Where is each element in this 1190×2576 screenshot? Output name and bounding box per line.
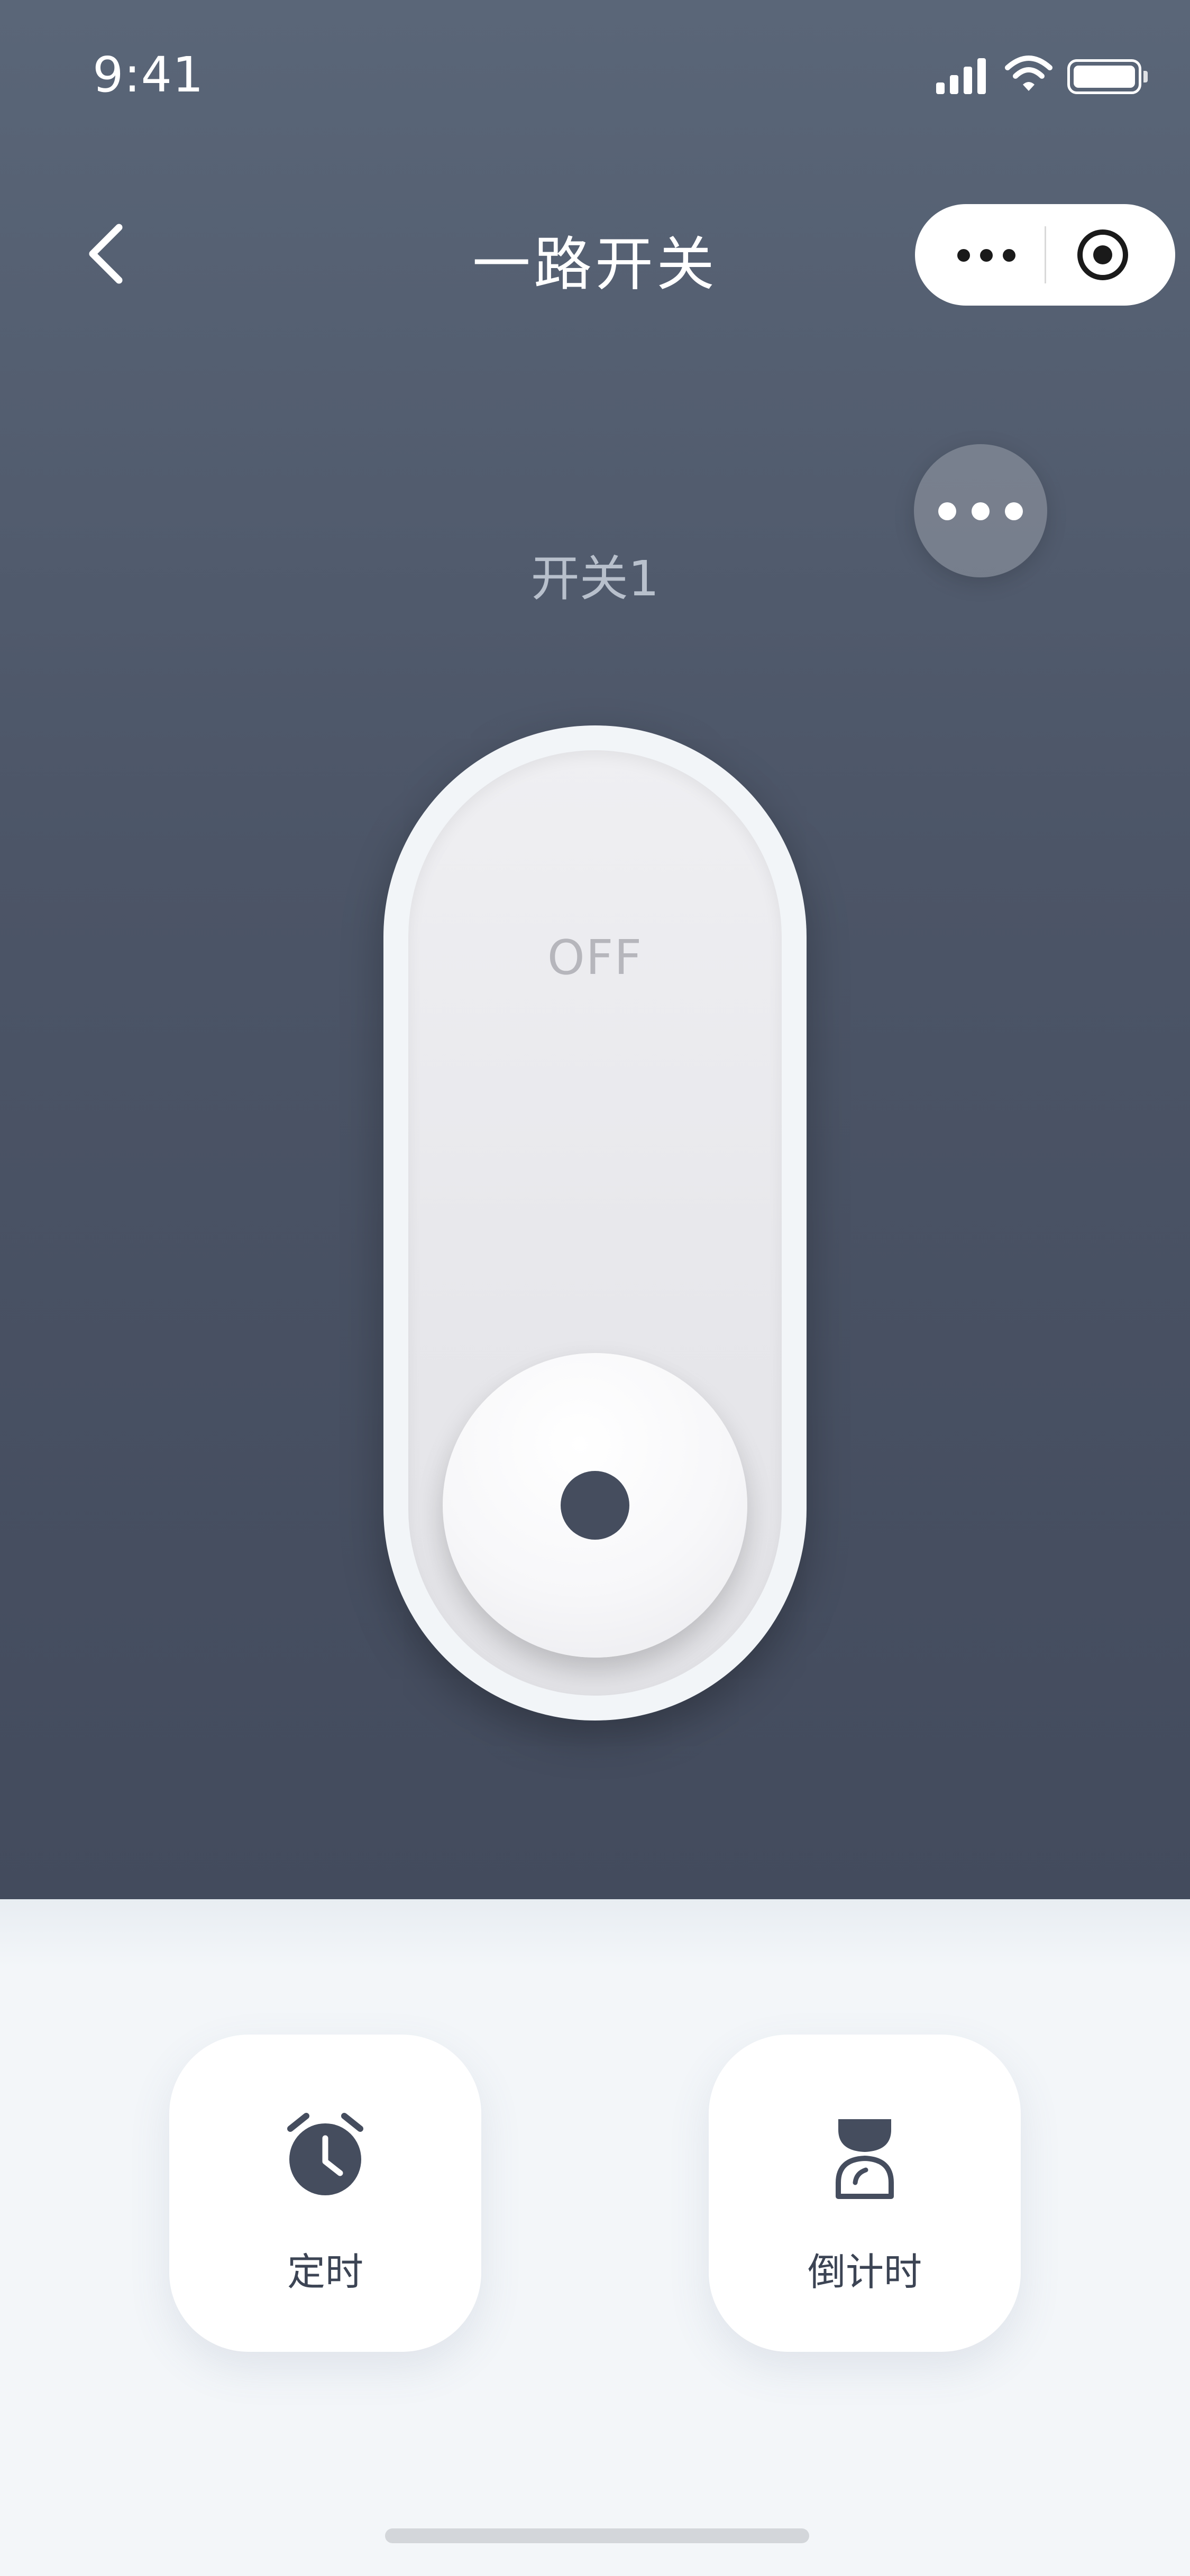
status-time: 9:41 — [93, 47, 204, 103]
timer-label: 定时 — [287, 2250, 363, 2294]
switch-name: 开关1 — [530, 550, 660, 607]
battery-icon — [1067, 59, 1148, 94]
countdown-label: 倒计时 — [807, 2250, 922, 2294]
switch-state-label: OFF — [547, 930, 643, 986]
capsule-divider — [1045, 226, 1046, 283]
power-toggle-switch[interactable]: OFF — [383, 725, 807, 1721]
wifi-icon — [1005, 56, 1052, 91]
hourglass-icon — [836, 2119, 894, 2199]
switch-knob[interactable] — [443, 1353, 747, 1658]
capsule-menu-button[interactable] — [947, 229, 1026, 280]
mini-program-capsule — [915, 204, 1175, 306]
countdown-button[interactable]: 倒计时 — [709, 2035, 1021, 2352]
knob-indicator-dot — [561, 1471, 629, 1540]
home-indicator[interactable] — [385, 2528, 809, 2543]
capsule-close-button[interactable] — [1063, 221, 1142, 289]
cellular-signal-icon — [936, 57, 989, 94]
switch-track: OFF — [408, 750, 782, 1696]
alarm-clock-icon — [287, 2113, 363, 2195]
timer-button[interactable]: 定时 — [169, 2035, 481, 2352]
